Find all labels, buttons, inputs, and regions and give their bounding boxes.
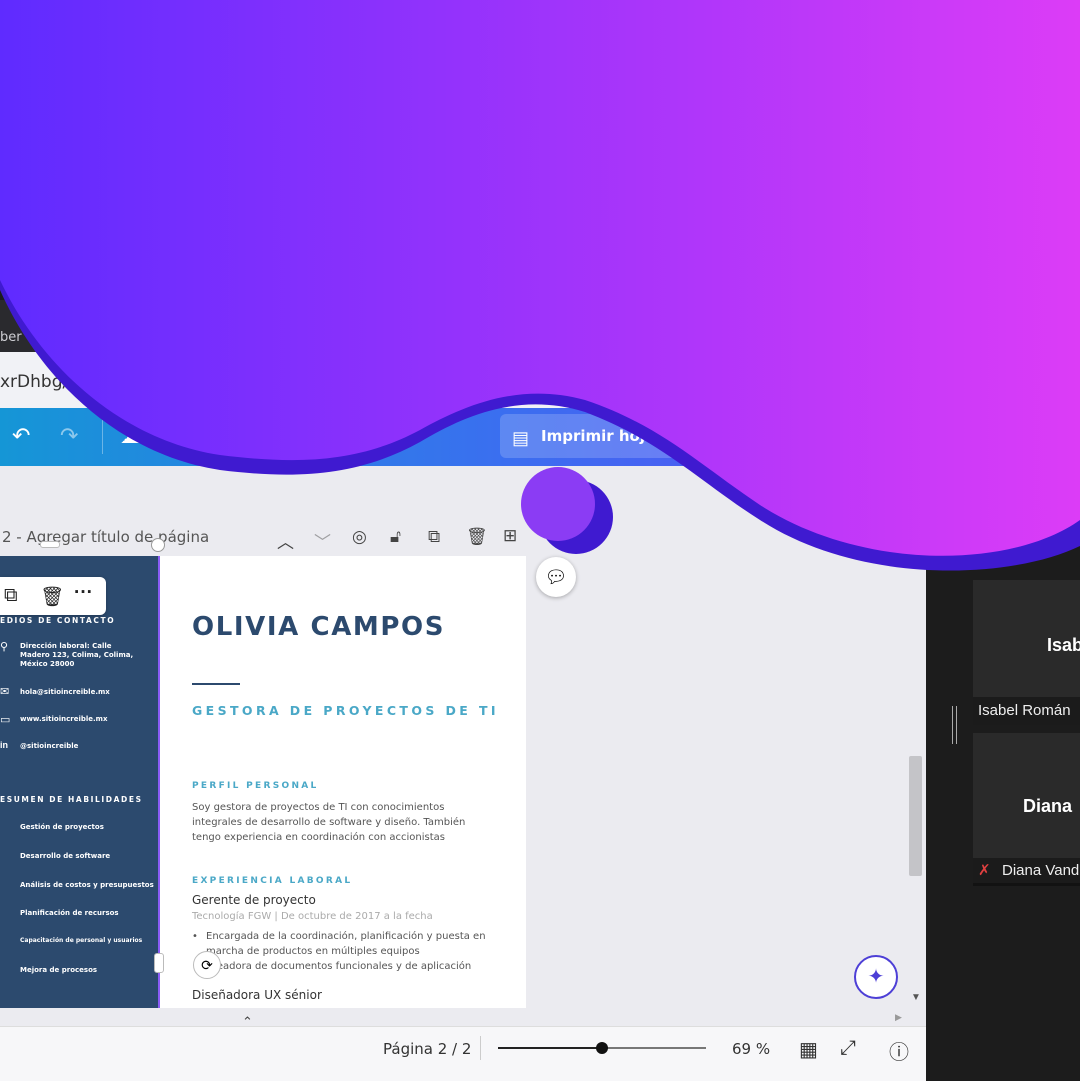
panel-resize-handle[interactable]	[952, 706, 957, 744]
bullet-icon: •	[192, 931, 198, 942]
mail-icon: ✉	[0, 686, 10, 698]
url-text[interactable]: xrDhbg/edit	[0, 372, 101, 392]
linkedin-icon: in	[0, 740, 8, 750]
address-bar[interactable]	[0, 352, 926, 408]
page-title-input[interactable]: 2 - Agregar título de página	[2, 528, 209, 546]
delete-page-icon[interactable]: 🗑︎	[466, 527, 488, 547]
skill-item: Mejora de procesos	[20, 966, 98, 974]
laptop-icon: ▭	[0, 714, 11, 726]
job-title: Gerente de proyecto	[192, 893, 316, 907]
profile-line: tengo experiencia en coordinación con ac…	[192, 832, 445, 843]
skill-item: Gestión de proyectos	[20, 823, 104, 831]
divider	[192, 683, 240, 685]
duplicate-icon[interactable]: ⧉	[4, 585, 18, 607]
resize-handle-top[interactable]	[40, 541, 60, 548]
contact-web: www.sitioincreible.mx	[20, 715, 108, 723]
rotate-icon[interactable]: ⟳	[193, 951, 221, 979]
page-counter[interactable]: Página 2 / 2	[383, 1040, 471, 1058]
job-title: Diseñadora UX sénior	[192, 988, 322, 1002]
participant-tile-name: Isab	[1047, 635, 1080, 655]
scroll-right-icon[interactable]: ▶	[895, 1012, 902, 1023]
resize-handle[interactable]	[154, 953, 164, 973]
job-bullet: Encargada de la coordinación, planificac…	[206, 931, 486, 942]
add-page-icon[interactable]: ⊞	[503, 526, 517, 546]
chevron-down-icon[interactable]: ﹀	[314, 528, 331, 553]
skills-heading: ESUMEN DE HABILIDADES	[0, 795, 143, 804]
more-options-icon[interactable]: ···	[74, 582, 93, 604]
lock-icon[interactable]: 🔓︎	[390, 527, 401, 547]
resume-name[interactable]: OLIVIA CAMPOS	[192, 612, 445, 642]
cloud-check-icon[interactable]: ☁	[120, 425, 142, 447]
trash-icon[interactable]: 🗑︎	[40, 585, 64, 609]
zoom-slider-thumb[interactable]	[596, 1042, 608, 1054]
location-pin-icon: ⚲	[0, 641, 9, 653]
job-bullet: Creadora de documentos funcionales y de …	[206, 961, 472, 972]
profile-heading: PERFIL PERSONAL	[192, 781, 319, 791]
browser-tab-title[interactable]: ber	[0, 330, 22, 345]
print-button-label: Imprimir hojas c	[541, 427, 679, 445]
participant-tile-name: Diana	[1023, 796, 1073, 816]
undo-icon[interactable]: ↶	[12, 425, 30, 447]
skill-item: Análisis de costos y presupuestos	[20, 881, 154, 889]
mic-muted-icon: ✗	[978, 862, 991, 879]
contact-handle: @sitioincreible	[20, 742, 79, 750]
skill-item: Capacitación de personal y usuarios	[20, 937, 143, 944]
redo-icon[interactable]: ↷	[60, 425, 78, 447]
chevron-up-icon[interactable]: ︿	[277, 528, 294, 553]
job-meta: Tecnología FGW | De octubre de 2017 a la…	[192, 911, 433, 922]
participant-label: Diana Vand	[1002, 862, 1080, 879]
contact-heading: EDIOS DE CONTACTO	[0, 616, 116, 625]
status-divider	[480, 1036, 481, 1060]
duplicate-page-icon[interactable]: ⧉	[428, 527, 440, 547]
show-pages-chevron-icon[interactable]: ⌃	[242, 1014, 253, 1030]
skill-item: Desarrollo de software	[20, 852, 111, 860]
contact-email: hola@sitioincreible.mx	[20, 688, 110, 696]
toolbar-divider	[102, 420, 103, 454]
clipboard-icon: ▤	[512, 428, 530, 448]
zoom-level[interactable]: 69 %	[732, 1040, 770, 1058]
vertical-scrollbar[interactable]	[909, 756, 922, 876]
contact-address: Dirección laboral: Calle Madero 123, Col…	[20, 642, 134, 668]
corner-handle[interactable]	[151, 538, 165, 552]
zoom-slider-fill	[498, 1047, 602, 1049]
resume-role[interactable]: GESTORA DE PROYECTOS DE TI	[192, 703, 499, 718]
magic-sparkle-icon[interactable]: ✦	[854, 955, 898, 999]
profile-line: integrales de desarrollo de software y d…	[192, 817, 466, 828]
experience-heading: EXPERIENCIA LABORAL	[192, 876, 353, 886]
scroll-down-icon[interactable]: ▼	[911, 992, 921, 1003]
participant-label: Isabel Román	[978, 702, 1071, 719]
add-comment-icon[interactable]: 💬︎	[536, 557, 576, 597]
fullscreen-icon[interactable]: ⤢	[840, 1037, 856, 1060]
profile-line: Soy gestora de proyectos de TI con conoc…	[192, 802, 445, 813]
help-icon[interactable]: ⓘ	[889, 1036, 909, 1065]
job-bullet: marcha de productos en múltiples equipos	[206, 946, 420, 957]
browser-tab-bar	[0, 300, 926, 352]
skill-item: Planificación de recursos	[20, 909, 119, 917]
hide-page-icon[interactable]: ◎	[352, 527, 367, 547]
grid-view-icon[interactable]: ▦	[799, 1037, 818, 1062]
